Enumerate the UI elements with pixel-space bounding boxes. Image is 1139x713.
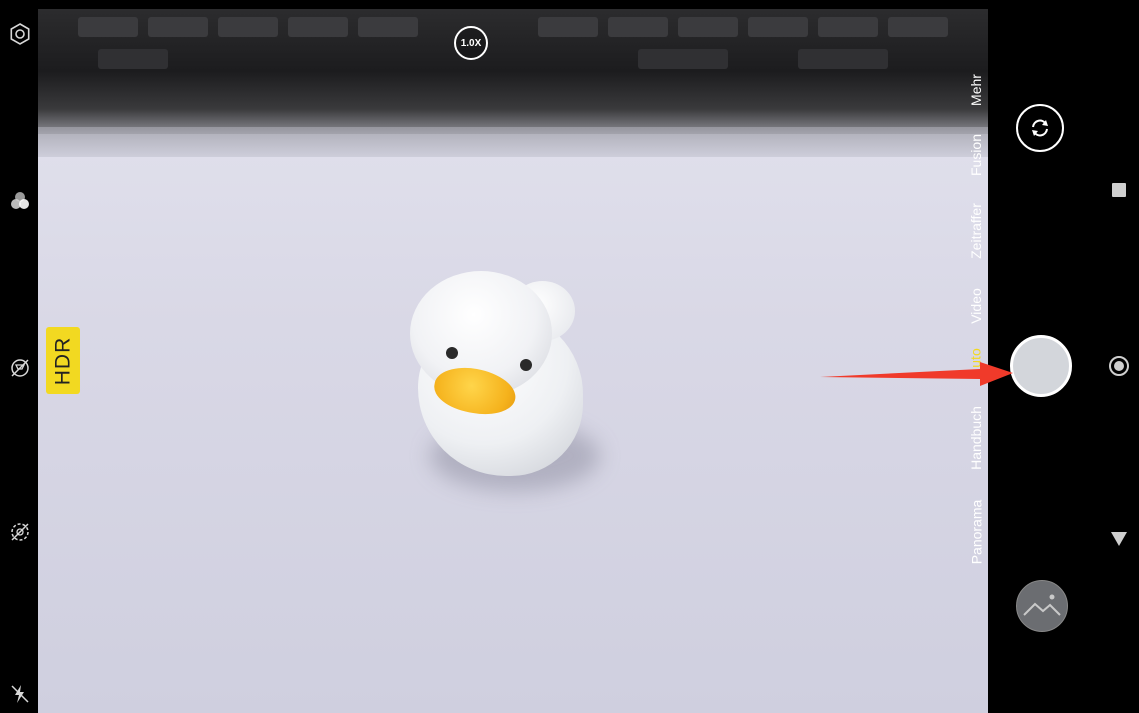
- duck-left-eye: [446, 347, 458, 359]
- mode-handbuch[interactable]: Handbuch: [965, 398, 987, 478]
- hdr-badge[interactable]: HDR: [46, 327, 80, 394]
- camera-app: 1.0X HDR Mehr Fusion Zeitraffer Video ut…: [0, 0, 1139, 713]
- switch-camera-button[interactable]: [1016, 104, 1064, 152]
- zoom-button[interactable]: 1.0X: [454, 26, 488, 60]
- duck-figurine: [410, 271, 600, 491]
- recents-icon[interactable]: [1112, 183, 1126, 197]
- filters-icon[interactable]: [8, 189, 32, 213]
- flash-off-icon[interactable]: [8, 682, 32, 706]
- mode-mehr[interactable]: Mehr: [965, 65, 987, 115]
- mode-fusion[interactable]: Fusion: [965, 128, 987, 182]
- shutter-button[interactable]: [1010, 335, 1072, 397]
- mode-panorama[interactable]: Panorama: [965, 494, 987, 570]
- background-keyboard: [38, 9, 988, 134]
- gallery-icon: [1023, 594, 1061, 616]
- annotation-arrow: [820, 362, 1013, 386]
- settings-icon[interactable]: [8, 22, 32, 46]
- table-edge: [38, 127, 988, 157]
- hdr-off-icon[interactable]: [8, 356, 32, 380]
- switch-camera-icon: [1032, 119, 1048, 137]
- gallery-thumbnail[interactable]: [1016, 580, 1068, 632]
- mode-video[interactable]: Video: [965, 282, 987, 330]
- home-icon[interactable]: [1109, 356, 1129, 376]
- duck-right-eye: [520, 359, 532, 371]
- back-icon[interactable]: [1111, 532, 1127, 546]
- hdr-badge-label: HDR: [51, 336, 74, 385]
- mode-zeitraffer[interactable]: Zeitraffer: [965, 196, 987, 266]
- live-photo-off-icon[interactable]: [8, 520, 32, 544]
